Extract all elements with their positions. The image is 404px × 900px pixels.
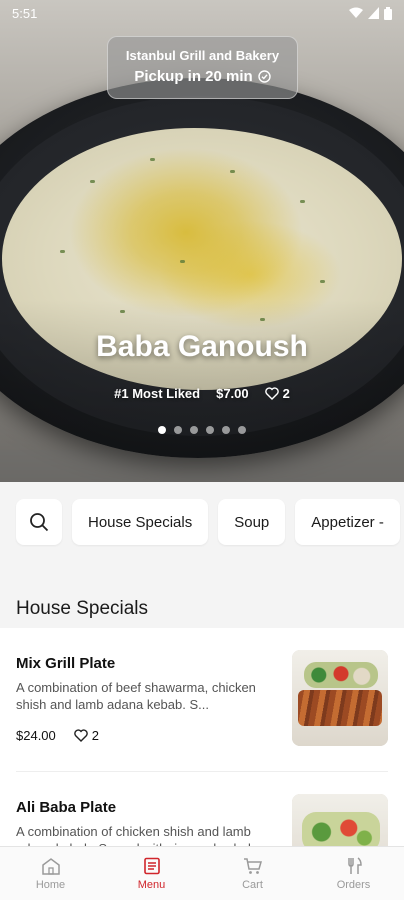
thumb-salad (302, 812, 380, 846)
featured-rank: #1 Most Liked (114, 386, 201, 401)
category-bar: House Specials Soup Appetizer - (0, 482, 404, 562)
nav-cart[interactable]: Cart (202, 847, 303, 900)
featured-likes[interactable]: 2 (264, 386, 290, 401)
nav-orders[interactable]: Orders (303, 847, 404, 900)
category-chip[interactable]: Soup (218, 499, 286, 545)
heart-icon (74, 729, 88, 742)
featured-price: $7.00 (216, 386, 249, 401)
category-chip[interactable]: House Specials (72, 499, 209, 545)
herb-speck (300, 200, 305, 203)
herb-speck (150, 158, 155, 161)
menu-item-description: A combination of chicken shish and lamb … (16, 824, 251, 846)
menu-item-name: Mix Grill Plate (16, 655, 116, 672)
featured-likes-count: 2 (282, 386, 290, 401)
nav-menu-label: Menu (137, 878, 166, 891)
section-title: House Specials (16, 598, 149, 619)
thumb-kebab (298, 690, 382, 726)
carousel-dot-6[interactable] (238, 426, 246, 434)
herb-speck (230, 170, 235, 173)
status-icons (349, 6, 392, 20)
featured-dish-name: Baba Ganoush (96, 330, 308, 363)
nav-orders-label: Orders (336, 878, 371, 891)
carousel-dot-5[interactable] (222, 426, 230, 434)
thumb-salad (304, 662, 378, 688)
menu-item-image (292, 650, 388, 746)
menu-item-price: $24.00 (16, 728, 56, 743)
status-bar: 5:51 (0, 0, 404, 26)
menu-item-name: Ali Baba Plate (16, 799, 117, 816)
search-button[interactable] (16, 499, 62, 545)
pickup-badge[interactable]: Istanbul Grill and Bakery Pickup in 20 m… (107, 36, 298, 99)
status-time: 5:51 (12, 5, 38, 21)
menu-item[interactable]: Ali Baba Plate A combination of chicken … (16, 772, 388, 846)
nav-home[interactable]: Home (0, 847, 101, 900)
bottom-nav: Home Menu Cart Orders (0, 846, 404, 900)
utensils-icon (347, 856, 362, 874)
nav-home-label: Home (35, 878, 66, 891)
featured-dish-meta: #1 Most Liked $7.00 2 (0, 386, 404, 401)
nav-menu[interactable]: Menu (101, 847, 202, 900)
category-chip[interactable]: Appetizer - (295, 499, 400, 545)
menu-item-likes[interactable]: 2 (74, 728, 99, 743)
wifi-icon (349, 7, 363, 18)
menu-item[interactable]: Mix Grill Plate A combination of beef sh… (16, 628, 388, 772)
signal-icon (368, 7, 379, 19)
carousel-dot-1[interactable] (158, 426, 166, 434)
featured-hero[interactable]: 5:51 Istanbul Grill and Bakery Pickup in… (0, 0, 404, 482)
herb-speck (320, 280, 325, 283)
nav-cart-label: Cart (242, 878, 263, 891)
menu-list: Mix Grill Plate A combination of beef sh… (0, 628, 404, 846)
carousel-dot-2[interactable] (174, 426, 182, 434)
battery-icon (384, 6, 392, 20)
home-icon (41, 857, 60, 875)
menu-item-image (292, 794, 388, 846)
pickup-label: Pickup in 20 min (134, 68, 253, 85)
carousel-dot-3[interactable] (190, 426, 198, 434)
search-icon (30, 513, 49, 532)
menu-item-description: A combination of beef shawarma, chicken … (16, 680, 256, 712)
menu-item-likes-count: 2 (91, 728, 99, 743)
herb-speck (60, 250, 65, 253)
herb-speck (90, 180, 95, 183)
check-circle-icon (257, 70, 271, 83)
restaurant-name: Istanbul Grill and Bakery (125, 48, 280, 63)
heart-icon (264, 387, 279, 400)
cart-icon (243, 857, 262, 874)
herb-speck (180, 260, 185, 263)
menu-item-price-row: $24.00 2 (16, 728, 99, 743)
carousel-dot-4[interactable] (206, 426, 214, 434)
menu-doc-icon (143, 857, 160, 874)
pickup-time: Pickup in 20 min (108, 68, 297, 85)
carousel-dots (0, 426, 404, 434)
